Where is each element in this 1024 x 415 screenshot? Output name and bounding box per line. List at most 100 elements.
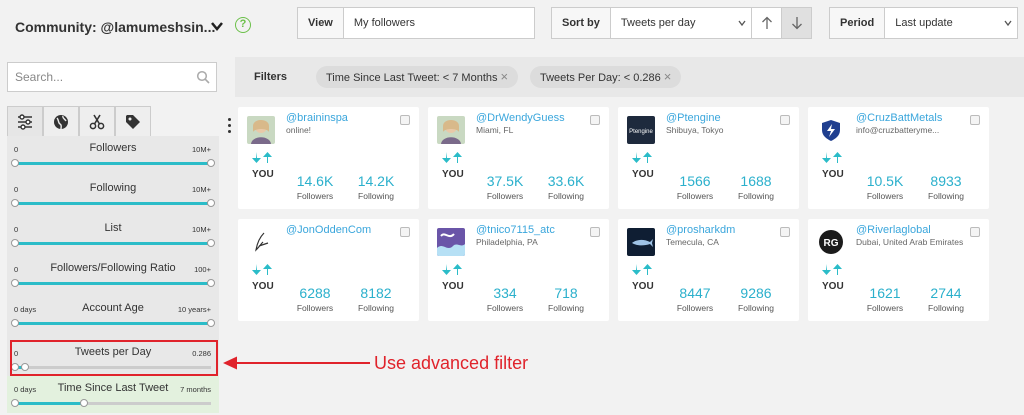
sort-select[interactable]: Sort by Tweets per day: [551, 7, 812, 39]
tab-sliders[interactable]: [7, 106, 43, 136]
user-handle-link[interactable]: @CruzBattMetals: [856, 112, 942, 124]
period-select[interactable]: Period Last update: [829, 7, 1018, 39]
view-value[interactable]: My followers: [344, 17, 534, 29]
tab-globe[interactable]: [43, 106, 79, 136]
user-card[interactable]: @DrWendyGuess Miami, FL YOU 37.5K Followers 3…: [428, 107, 609, 209]
close-icon[interactable]: ×: [664, 69, 672, 84]
slider-handle-min[interactable]: [11, 239, 19, 247]
annotation-text: Use advanced filter: [374, 353, 529, 373]
select-checkbox[interactable]: [780, 227, 790, 237]
user-card[interactable]: RG @Riverlaglobal Dubai, United Arab Emira…: [808, 219, 989, 321]
slider-handle-min[interactable]: [11, 159, 19, 167]
user-card[interactable]: @tnico7115_atc Philadelphia, PA YOU 334 Foll…: [428, 219, 609, 321]
tab-scissors[interactable]: [79, 106, 115, 136]
select-checkbox[interactable]: [400, 115, 410, 125]
slider-handle-max[interactable]: [79, 399, 88, 407]
followers-caption: Followers: [486, 303, 524, 313]
user-location: Shibuya, Tokyo: [666, 125, 724, 135]
mutual-follow-icon: [822, 152, 842, 163]
svg-text:RG: RG: [824, 238, 839, 249]
followers-count: 14.6K: [296, 173, 334, 189]
following-caption: Following: [928, 303, 964, 313]
sort-value[interactable]: Tweets per day: [611, 17, 733, 29]
followers-caption: Followers: [866, 303, 904, 313]
arrow-down-icon: [791, 17, 802, 30]
user-card[interactable]: Ptengine @Ptengine Shibuya, Tokyo YOU 1566 Fo…: [618, 107, 799, 209]
slider-handle-min[interactable]: [11, 279, 19, 287]
slider-handle-max[interactable]: [207, 199, 215, 207]
drag-handle-icon[interactable]: [228, 118, 231, 136]
close-icon[interactable]: ×: [501, 69, 509, 84]
select-checkbox[interactable]: [970, 115, 980, 125]
user-card[interactable]: @braininspa online! YOU 14.6K Followers 14.2K…: [238, 107, 419, 209]
select-checkbox[interactable]: [590, 115, 600, 125]
filter-max-label: 100+: [194, 265, 211, 274]
slider-handle-max[interactable]: [207, 159, 215, 167]
user-card[interactable]: @JonOddenCom YOU 6288 Followers 8182 Followin…: [238, 219, 419, 321]
select-checkbox[interactable]: [970, 227, 980, 237]
slider-track[interactable]: [11, 319, 215, 327]
rg-logo[interactable]: RG: [817, 228, 845, 256]
user-handle-link[interactable]: @JonOddenCom: [286, 224, 371, 236]
purple-art-icon[interactable]: [437, 228, 465, 256]
signature-logo[interactable]: [247, 228, 275, 256]
followers-count: 334: [493, 285, 517, 301]
user-card[interactable]: @CruzBattMetals info@cruzbatteryme... YOU 1…: [808, 107, 989, 209]
select-checkbox[interactable]: [400, 227, 410, 237]
select-checkbox[interactable]: [590, 227, 600, 237]
slider-track[interactable]: [11, 239, 215, 247]
sort-label: Sort by: [552, 8, 611, 38]
slider-track[interactable]: [11, 159, 215, 167]
slider-track[interactable]: [11, 399, 211, 407]
chevron-down-icon[interactable]: [999, 18, 1017, 28]
user-card[interactable]: @prosharkdm Temecula, CA YOU 8447 Followers 9…: [618, 219, 799, 321]
filter-max-label: 7 months: [180, 385, 211, 394]
filter-chip[interactable]: Tweets Per Day: < 0.286 ×: [530, 66, 682, 88]
chevron-down-icon[interactable]: [733, 18, 751, 28]
tab-tags[interactable]: [115, 106, 151, 136]
slider-track[interactable]: [11, 279, 215, 287]
ptengine-logo[interactable]: Ptengine: [627, 116, 655, 144]
select-checkbox[interactable]: [780, 115, 790, 125]
user-handle-link[interactable]: @prosharkdm: [666, 224, 735, 236]
user-location: online!: [286, 125, 312, 135]
sort-ascending-button[interactable]: [751, 8, 781, 38]
slider-handle-max[interactable]: [207, 239, 215, 247]
slider-handle-min[interactable]: [11, 399, 19, 407]
slider-track[interactable]: [11, 199, 215, 207]
following-caption: Following: [548, 303, 584, 313]
following-count: 14.2K: [357, 173, 395, 189]
filter-slider-row: 0 Following 10M+: [7, 176, 219, 214]
search-icon[interactable]: [196, 70, 210, 84]
view-select[interactable]: View My followers: [297, 7, 535, 39]
photo-woman-icon[interactable]: [247, 116, 275, 144]
user-handle-link[interactable]: @braininspa: [286, 112, 348, 124]
period-value[interactable]: Last update: [885, 17, 999, 29]
help-icon[interactable]: ?: [235, 17, 251, 33]
slider-fill: [15, 282, 211, 285]
cruz-shield-logo[interactable]: [817, 116, 845, 144]
slider-handle-max[interactable]: [207, 319, 215, 327]
top-bar: Community: @lamumeshsin... ? View My fol…: [0, 0, 1024, 48]
shark-logo[interactable]: [627, 228, 655, 256]
slider-handle-min[interactable]: [11, 319, 19, 327]
filter-chip[interactable]: Time Since Last Tweet: < 7 Months ×: [316, 66, 519, 88]
following-count: 33.6K: [547, 173, 585, 189]
following-caption: Following: [358, 191, 394, 201]
chevron-down-icon[interactable]: [210, 19, 224, 33]
user-handle-link[interactable]: @Ptengine: [666, 112, 721, 124]
user-handle-link[interactable]: @DrWendyGuess: [476, 112, 565, 124]
photo-woman-icon[interactable]: [437, 116, 465, 144]
active-filters-bar: Filters Time Since Last Tweet: < 7 Month…: [235, 57, 1024, 97]
slider-fill: [15, 322, 211, 325]
slider-handle-max[interactable]: [207, 279, 215, 287]
search-input[interactable]: Search...: [7, 62, 217, 92]
slider-handle-min[interactable]: [11, 199, 19, 207]
user-handle-link[interactable]: @tnico7115_atc: [476, 224, 555, 236]
filters-title: Filters: [254, 71, 288, 83]
sort-descending-button[interactable]: [781, 8, 811, 38]
user-handle-link[interactable]: @Riverlaglobal: [856, 224, 931, 236]
following-count: 1688: [740, 173, 772, 189]
community-title[interactable]: Community: @lamumeshsin...: [15, 19, 215, 35]
following-caption: Following: [358, 303, 394, 313]
